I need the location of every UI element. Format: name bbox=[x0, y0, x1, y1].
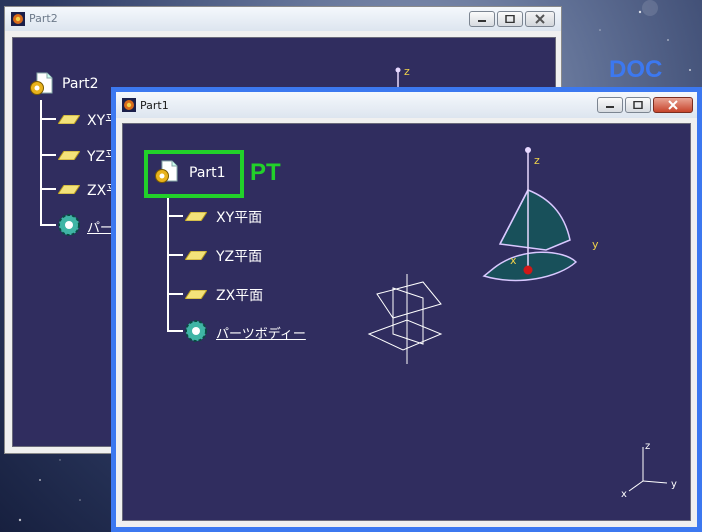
tree-connector bbox=[40, 118, 56, 120]
plane-icon bbox=[185, 212, 207, 221]
tree-item-zx-plane[interactable]: ZX平面 bbox=[216, 285, 263, 305]
tree-item-part-body[interactable]: パーツボディー bbox=[216, 323, 306, 342]
window-title: Part1 bbox=[140, 99, 169, 112]
maximize-icon bbox=[633, 101, 643, 109]
tree-item-yz-plane[interactable]: YZ平面 bbox=[216, 246, 262, 266]
axis-label-x: x bbox=[510, 254, 517, 267]
part1-viewport[interactable]: Part1 XY平面 YZ平面 ZX平面 パーツボディー z y x z y x bbox=[122, 123, 691, 521]
axis-triad-3d: z y x bbox=[482, 147, 599, 282]
close-icon bbox=[535, 14, 545, 24]
pt-annotation: PT bbox=[250, 159, 281, 186]
axis-label-z: z bbox=[534, 154, 540, 167]
part1-title-bar[interactable]: Part1 bbox=[116, 92, 697, 118]
tree-connector bbox=[40, 224, 56, 226]
tree-connector bbox=[167, 215, 183, 217]
plane-icon bbox=[58, 185, 80, 194]
compass-label-y: y bbox=[671, 479, 677, 490]
tree-connector bbox=[40, 154, 56, 156]
plane-icon bbox=[58, 115, 80, 124]
doc-annotation: DOC bbox=[609, 56, 663, 83]
part1-window[interactable]: Part1 Part1 XY平面 YZ平面 ZX平面 パーツボディー z y x… bbox=[111, 87, 702, 532]
part-body-gear-icon bbox=[58, 214, 80, 236]
tree-connector bbox=[167, 330, 183, 332]
part-document-gear-icon bbox=[30, 72, 53, 95]
compass-label-z: z bbox=[645, 441, 650, 452]
close-button[interactable] bbox=[653, 97, 693, 113]
plane-icon bbox=[185, 251, 207, 260]
part2-title-bar[interactable]: Part2 bbox=[5, 7, 561, 31]
minimize-icon bbox=[606, 106, 614, 108]
tree-root-part2[interactable]: Part2 bbox=[62, 76, 99, 92]
maximize-button[interactable] bbox=[497, 11, 523, 27]
catia-app-icon bbox=[11, 12, 25, 26]
axis-label-z: z bbox=[404, 65, 410, 78]
minimize-button[interactable] bbox=[597, 97, 623, 113]
view-compass: z y x bbox=[621, 441, 677, 499]
close-icon bbox=[668, 100, 678, 110]
part-body-gear-icon bbox=[185, 320, 207, 342]
axis-label-y: y bbox=[592, 238, 599, 251]
catia-app-icon bbox=[122, 98, 136, 112]
tree-connector bbox=[167, 254, 183, 256]
minimize-icon bbox=[478, 20, 486, 22]
tree-root-part1[interactable]: Part1 bbox=[189, 165, 226, 181]
window-title: Part2 bbox=[29, 12, 58, 25]
tree-item-xy-plane[interactable]: XY平面 bbox=[216, 207, 262, 227]
tree-connector bbox=[167, 293, 183, 295]
maximize-icon bbox=[505, 15, 515, 23]
origin-planes-wireframe bbox=[367, 274, 443, 364]
compass-label-x: x bbox=[621, 489, 627, 499]
tree-connector bbox=[40, 188, 56, 190]
plane-icon bbox=[185, 290, 207, 299]
part-document-gear-icon bbox=[155, 160, 178, 183]
minimize-button[interactable] bbox=[469, 11, 495, 27]
close-button[interactable] bbox=[525, 11, 555, 27]
plane-icon bbox=[58, 151, 80, 160]
maximize-button[interactable] bbox=[625, 97, 651, 113]
